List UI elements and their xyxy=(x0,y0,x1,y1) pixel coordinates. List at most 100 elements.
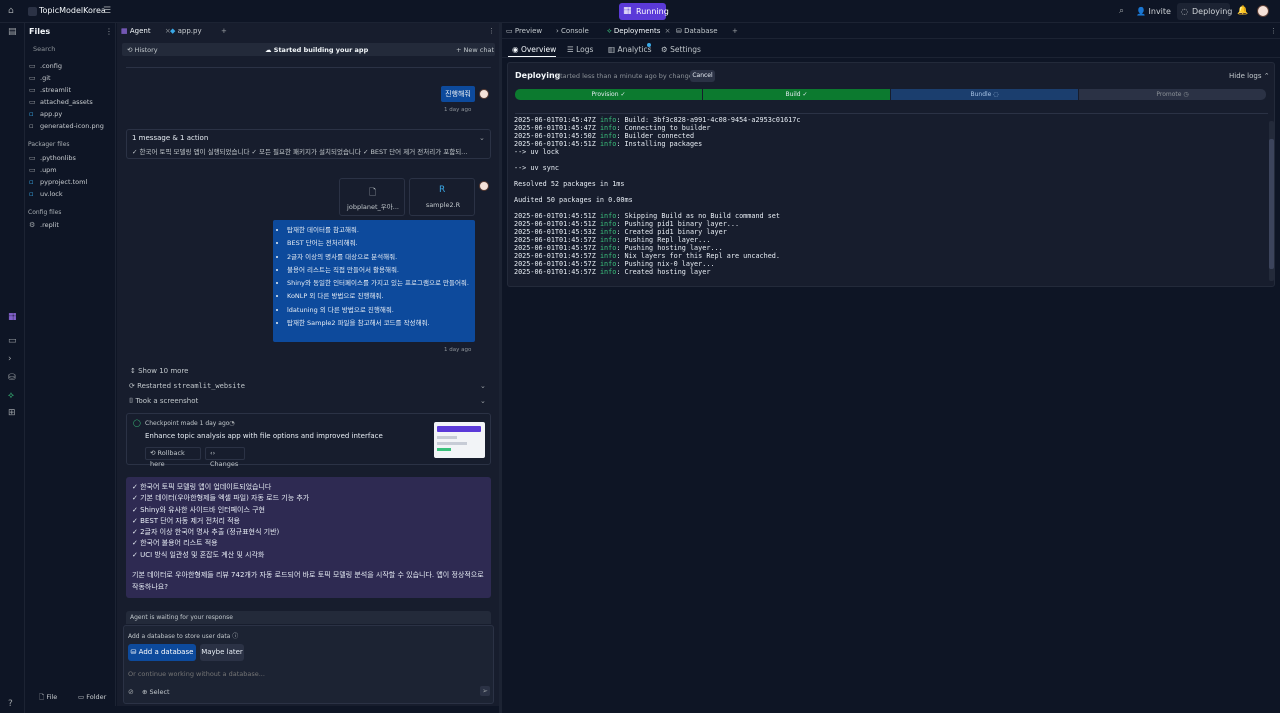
home-icon[interactable]: ⌂ xyxy=(8,6,14,16)
chevron-down-icon[interactable]: ⌄ xyxy=(480,397,486,405)
deploy-subtitle: Started less than a minute ago by change xyxy=(556,72,693,80)
log-scrollbar[interactable] xyxy=(1269,121,1274,281)
folder-icon: ▭ xyxy=(29,154,36,162)
deploy-stage: Bundle ◌ xyxy=(891,89,1078,100)
file-tree-item[interactable]: ▫ generated-icon.png xyxy=(29,121,113,132)
checkpoint-thumbnail[interactable] xyxy=(434,422,485,458)
chat-input[interactable] xyxy=(128,668,488,680)
request-item: 탑재한 데이터를 참고해줘. xyxy=(287,224,471,237)
subtab-settings[interactable]: ⚙ Settings xyxy=(661,44,701,55)
invite-button[interactable]: 👤 Invite xyxy=(1136,4,1171,19)
scrollbar-thumb[interactable] xyxy=(1269,139,1274,269)
files-icon[interactable]: ▤ xyxy=(8,27,17,37)
attachment-sample2[interactable]: R sample2.R xyxy=(409,178,475,216)
db-prompt-label: Add a database to store user data xyxy=(128,633,231,640)
add-tab-icon[interactable]: + xyxy=(732,26,738,37)
history-label: History xyxy=(134,46,158,54)
new-chat-button[interactable]: + New chat xyxy=(456,46,494,54)
user-avatar[interactable] xyxy=(1257,5,1269,17)
file-tree-item[interactable]: ▭ .git xyxy=(29,73,113,84)
divider xyxy=(515,113,1268,114)
file-tree-item[interactable]: ▭ .streamlit xyxy=(29,85,113,96)
show-more-button[interactable]: ↕ Show 10 more xyxy=(130,367,189,375)
add-database-button[interactable]: ⛁ Add a database xyxy=(128,644,196,661)
log-message: : Pushing Repl layer... xyxy=(616,236,711,244)
files-search[interactable]: Search xyxy=(29,43,113,55)
log-message: : Skipping Build as no Build command set xyxy=(616,212,780,220)
stage-label: Bundle xyxy=(970,91,992,98)
close-icon[interactable]: × xyxy=(665,27,671,35)
subtab-analytics[interactable]: ▥ Analytics xyxy=(608,43,652,55)
more-icon[interactable]: ⋮ xyxy=(1270,26,1277,37)
log-line: 2025-06-01T01:45:47Z info: Connecting to… xyxy=(514,124,800,132)
info-icon[interactable]: ⓘ xyxy=(232,633,238,640)
changes-button[interactable]: ‹› Changes xyxy=(205,447,245,468)
project-name[interactable]: TopicModelKorea xyxy=(39,6,106,15)
summary-item: ✓ BEST 단어 자동 제거 전처리 적용 xyxy=(132,516,240,525)
log-message: : Pushing pid1 binary layer... xyxy=(616,220,740,228)
cursor-icon: ⊕ xyxy=(142,688,148,696)
new-file-button[interactable]: 🗋 File xyxy=(39,691,57,703)
help-icon[interactable]: ? xyxy=(8,699,13,709)
database-icon[interactable]: ⛁ xyxy=(8,373,16,383)
log-line: 2025-06-01T01:45:57Z info: Nix layers fo… xyxy=(514,252,800,260)
attachment-name: jobplanet_우아... xyxy=(347,203,399,211)
tab-deployments[interactable]: ⟡ Deployments × xyxy=(607,26,670,37)
tab-agent[interactable]: ▦ Agent × xyxy=(121,26,171,37)
maybe-later-button[interactable]: Maybe later xyxy=(200,644,244,661)
tab-console[interactable]: › Console xyxy=(556,26,589,37)
deploy-icon[interactable]: ⟡ xyxy=(8,391,14,401)
chevron-down-icon[interactable]: ⌄ xyxy=(480,382,486,390)
file-tree-item[interactable]: ▭ .pythonlibs xyxy=(29,153,113,164)
layout-icon[interactable]: ☰ xyxy=(103,6,111,16)
file-tree-item[interactable]: ▭ .config xyxy=(29,61,113,72)
file-tree-label: .replit xyxy=(40,221,59,229)
log-line: Resolved 52 packages in 1ms xyxy=(514,180,800,188)
history-button[interactable]: ⟲ History xyxy=(127,46,158,54)
action-summary-card[interactable]: 1 message & 1 action ⌄ ✓ 한국어 토픽 모델링 앱이 실… xyxy=(126,129,491,159)
run-button[interactable]: ▦ Running xyxy=(619,3,669,20)
search-icon[interactable]: ⌕ xyxy=(1119,6,1124,16)
history-icon[interactable]: ◔ xyxy=(229,419,235,427)
more-icon[interactable]: ⋮ xyxy=(105,27,113,36)
agent-icon[interactable]: ▦ xyxy=(8,312,17,322)
screenshot-row[interactable]: ⌷ Took a screenshot xyxy=(129,397,198,406)
tools-icon[interactable]: ⊞ xyxy=(8,408,16,418)
file-tree-item[interactable]: ▭ attached_assets xyxy=(29,97,113,108)
console-icon[interactable]: › xyxy=(8,354,12,364)
log-message: : Pushing hosting layer... xyxy=(616,244,723,252)
file-tree-item[interactable]: ▫ uv.lock xyxy=(29,189,113,200)
rollback-button[interactable]: ⟲ Rollback here xyxy=(145,447,201,468)
subtab-overview[interactable]: ◉ Overview xyxy=(512,44,556,55)
deploying-button[interactable]: ◌ Deploying xyxy=(1177,3,1232,20)
tab-app-py[interactable]: ◆ app.py xyxy=(170,26,202,37)
log-timestamp: 2025-06-01T01:45:47Z xyxy=(514,124,596,132)
tab-preview[interactable]: ▭ Preview xyxy=(506,26,542,37)
gear-icon: ⚙ xyxy=(661,45,668,54)
file-tree-item[interactable]: ▫ app.py xyxy=(29,109,113,120)
changes-label: Changes xyxy=(210,460,239,468)
chevron-down-icon[interactable]: ⌄ xyxy=(479,134,485,142)
send-icon[interactable]: ➢ xyxy=(480,686,490,696)
tab-database[interactable]: ⛁ Database xyxy=(676,26,718,37)
attachment-jobplanet[interactable]: 🗋 jobplanet_우아... xyxy=(339,178,405,216)
select-button[interactable]: ⊕ Select xyxy=(142,688,170,696)
log-line: 2025-06-01T01:45:47Z info: Build: 3bf3c8… xyxy=(514,116,800,124)
file-tree-item[interactable]: ▭ .upm xyxy=(29,165,113,176)
cancel-button[interactable]: Cancel xyxy=(690,70,715,82)
log-timestamp: 2025-06-01T01:45:57Z xyxy=(514,236,596,244)
top-bar: ⌂ TopicModelKorea ☰ ▦ Running ⌕ 👤 Invite… xyxy=(0,0,1280,23)
bell-icon[interactable]: 🔔 xyxy=(1237,6,1248,16)
file-tree-item[interactable]: ⚙ .replit xyxy=(29,220,113,231)
file-tree-item[interactable]: ▫ pyproject.toml xyxy=(29,177,113,188)
attach-icon[interactable]: ⊘ xyxy=(128,688,134,696)
add-tab-icon[interactable]: + xyxy=(221,26,227,37)
tab-label: Database xyxy=(684,27,718,35)
subtab-logs[interactable]: ☰ Logs xyxy=(567,44,593,55)
preview-icon[interactable]: ▭ xyxy=(8,336,17,346)
new-folder-button[interactable]: ▭ Folder xyxy=(78,691,106,703)
restarted-row[interactable]: ⟳ Restarted streamlit_website xyxy=(129,382,245,390)
more-icon[interactable]: ⋮ xyxy=(488,26,495,37)
hide-logs-button[interactable]: Hide logs ⌃ xyxy=(1229,72,1270,80)
